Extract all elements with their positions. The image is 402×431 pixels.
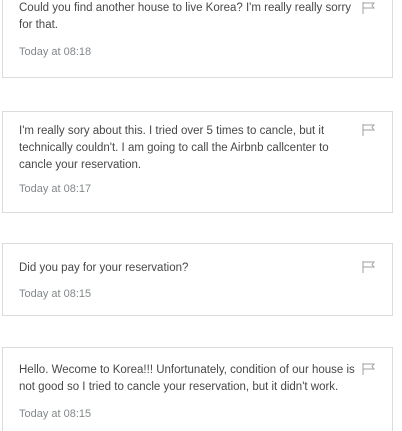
flag-icon[interactable] [362, 363, 376, 375]
message-card: Could you find another house to live Kor… [2, 0, 393, 78]
message-card: Did you pay for your reservation? Today … [2, 243, 393, 316]
flag-icon[interactable] [362, 261, 376, 273]
message-timestamp: Today at 08:17 [19, 183, 92, 195]
flag-icon[interactable] [362, 124, 376, 136]
message-text: Did you pay for your reservation? [19, 262, 189, 274]
message-timestamp: Today at 08:15 [19, 288, 92, 300]
message-text: Hello. Wecome to Korea!!! Unfortunately,… [19, 364, 355, 393]
message-timestamp: Today at 08:18 [19, 46, 92, 58]
message-text: I'm really sory about this. I tried over… [19, 125, 329, 171]
message-thread: Could you find another house to live Kor… [0, 0, 402, 431]
message-text: Could you find another house to live Kor… [19, 2, 352, 31]
message-timestamp: Today at 08:15 [19, 408, 92, 420]
message-card: Hello. Wecome to Korea!!! Unfortunately,… [2, 347, 393, 431]
message-card: I'm really sory about this. I tried over… [2, 111, 393, 213]
flag-icon[interactable] [362, 2, 376, 14]
